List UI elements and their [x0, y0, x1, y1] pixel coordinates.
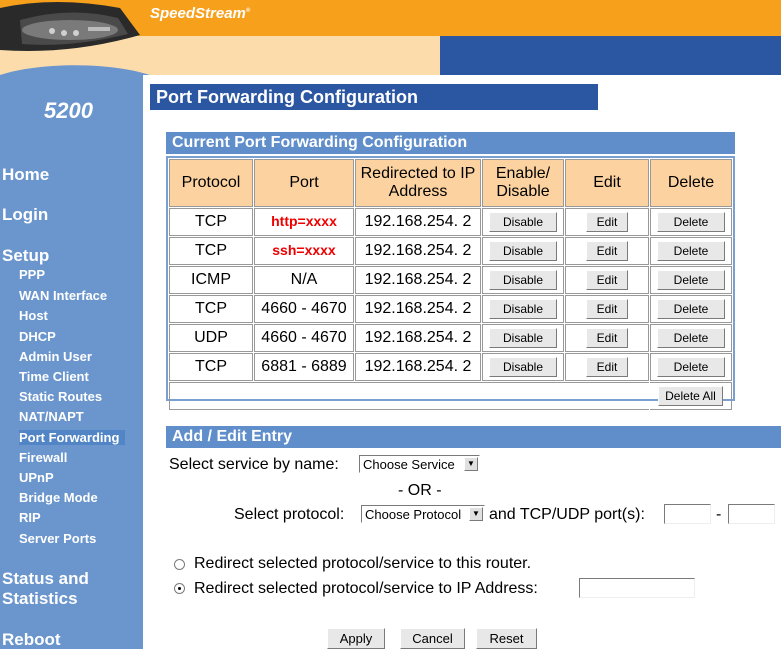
cell-protocol: UDP [169, 324, 253, 352]
cell-port: ssh=xxxx [272, 242, 336, 258]
nav-host[interactable]: Host [19, 308, 48, 323]
cell-ip: 192.168.254. 2 [355, 208, 481, 236]
nav-static-routes[interactable]: Static Routes [19, 389, 102, 404]
radio-redirect-router[interactable] [174, 559, 185, 570]
nav-bridge-mode[interactable]: Bridge Mode [19, 490, 98, 505]
nav-home[interactable]: Home [2, 165, 49, 185]
brand-logo: SpeedStream® [150, 5, 251, 22]
table-row: TCP 4660 - 4670 192.168.254. 2 Disable E… [169, 295, 732, 323]
cell-ip: 192.168.254. 2 [355, 295, 481, 323]
chevron-down-icon: ▼ [469, 507, 483, 521]
apply-button[interactable]: Apply [327, 628, 385, 649]
disable-button[interactable]: Disable [489, 299, 557, 319]
delete-button[interactable]: Delete [657, 328, 725, 348]
service-label: Select service by name: [169, 456, 339, 473]
service-select-value: Choose Service [363, 457, 455, 472]
page-title: Port Forwarding Configuration [150, 84, 598, 110]
protocol-select[interactable]: Choose Protocol ▼ [361, 505, 485, 523]
edit-button[interactable]: Edit [585, 299, 629, 319]
col-protocol: Protocol [169, 159, 253, 207]
cell-port: 4660 - 4670 [254, 295, 354, 323]
cell-protocol: TCP [169, 353, 253, 381]
table-footer-spacer [169, 382, 649, 410]
nav-wan-interface[interactable]: WAN Interface [19, 288, 107, 303]
nav-upnp[interactable]: UPnP [19, 470, 54, 485]
edit-button[interactable]: Edit [585, 357, 629, 377]
col-enable-disable: Enable/ Disable [482, 159, 564, 207]
protocol-select-value: Choose Protocol [365, 507, 462, 522]
nav-reboot[interactable]: Reboot [2, 630, 61, 650]
ports-label: and TCP/UDP port(s): [489, 506, 645, 523]
cell-port: http=xxxx [271, 213, 337, 229]
radio-redirect-ip-label: Redirect selected protocol/service to IP… [194, 580, 538, 597]
cell-ip: 192.168.254. 2 [355, 237, 481, 265]
nav-time-client[interactable]: Time Client [19, 369, 89, 384]
cell-port: 6881 - 6889 [254, 353, 354, 381]
port-end-input[interactable] [728, 504, 775, 524]
nav-admin-user[interactable]: Admin User [19, 349, 92, 364]
delete-button[interactable]: Delete [657, 241, 725, 261]
table-row: TCP http=xxxx 192.168.254. 2 Disable Edi… [169, 208, 732, 236]
nav-ppp[interactable]: PPP [19, 267, 45, 282]
edit-button[interactable]: Edit [585, 212, 629, 232]
service-select[interactable]: Choose Service ▼ [359, 455, 480, 473]
reset-button[interactable]: Reset [476, 628, 537, 649]
model-number: 5200 [44, 98, 93, 123]
disable-button[interactable]: Disable [489, 270, 557, 290]
edit-button[interactable]: Edit [585, 270, 629, 290]
cell-protocol: TCP [169, 237, 253, 265]
table-row: ICMP N/A 192.168.254. 2 Disable Edit Del… [169, 266, 732, 294]
col-redirect-ip: Redirected to IP Address [355, 159, 481, 207]
nav-nat-napt[interactable]: NAT/NAPT [19, 409, 84, 424]
col-edit: Edit [565, 159, 649, 207]
disable-button[interactable]: Disable [489, 357, 557, 377]
col-port: Port [254, 159, 354, 207]
edit-button[interactable]: Edit [585, 328, 629, 348]
disable-button[interactable]: Disable [489, 241, 557, 261]
router-image [0, 2, 150, 75]
radio-redirect-ip[interactable] [174, 583, 185, 594]
cell-protocol: TCP [169, 295, 253, 323]
disable-button[interactable]: Disable [489, 328, 557, 348]
delete-button[interactable]: Delete [657, 357, 725, 377]
nav-dhcp[interactable]: DHCP [19, 329, 56, 344]
banner-blue-block [440, 36, 781, 75]
add-edit-heading: Add / Edit Entry [166, 426, 781, 448]
nav-status-statistics[interactable]: Status and Statistics [2, 569, 89, 609]
cell-ip: 192.168.254. 2 [355, 266, 481, 294]
nav-server-ports[interactable]: Server Ports [19, 531, 96, 546]
or-separator: - OR - [398, 482, 442, 499]
protocol-label: Select protocol: [234, 506, 345, 523]
port-forwarding-table: Protocol Port Redirected to IP Address E… [166, 156, 735, 410]
cell-ip: 192.168.254. 2 [355, 324, 481, 352]
nav-firewall[interactable]: Firewall [19, 450, 67, 465]
current-config-heading: Current Port Forwarding Configuration [166, 132, 735, 154]
col-delete: Delete [650, 159, 732, 207]
edit-button[interactable]: Edit [585, 241, 629, 261]
cell-port: N/A [254, 266, 354, 294]
delete-button[interactable]: Delete [657, 212, 725, 232]
table-row: UDP 4660 - 4670 192.168.254. 2 Disable E… [169, 324, 732, 352]
cancel-button[interactable]: Cancel [400, 628, 465, 649]
cell-protocol: TCP [169, 208, 253, 236]
nav-setup[interactable]: Setup [2, 246, 49, 266]
delete-button[interactable]: Delete [657, 299, 725, 319]
disable-button[interactable]: Disable [489, 212, 557, 232]
nav-login[interactable]: Login [2, 205, 48, 225]
cell-protocol: ICMP [169, 266, 253, 294]
nav-rip[interactable]: RIP [19, 510, 41, 525]
delete-button[interactable]: Delete [657, 270, 725, 290]
port-range-dash: - [716, 506, 722, 523]
chevron-down-icon: ▼ [464, 457, 478, 471]
table-row: TCP 6881 - 6889 192.168.254. 2 Disable E… [169, 353, 732, 381]
redirect-ip-input[interactable] [579, 578, 695, 598]
delete-all-button[interactable]: Delete All [658, 386, 723, 406]
port-start-input[interactable] [664, 504, 711, 524]
cell-ip: 192.168.254. 2 [355, 353, 481, 381]
cell-port: 4660 - 4670 [254, 324, 354, 352]
table-row: TCP ssh=xxxx 192.168.254. 2 Disable Edit… [169, 237, 732, 265]
nav-port-forwarding[interactable]: Port Forwarding [19, 430, 126, 445]
radio-redirect-router-label: Redirect selected protocol/service to th… [194, 555, 532, 572]
